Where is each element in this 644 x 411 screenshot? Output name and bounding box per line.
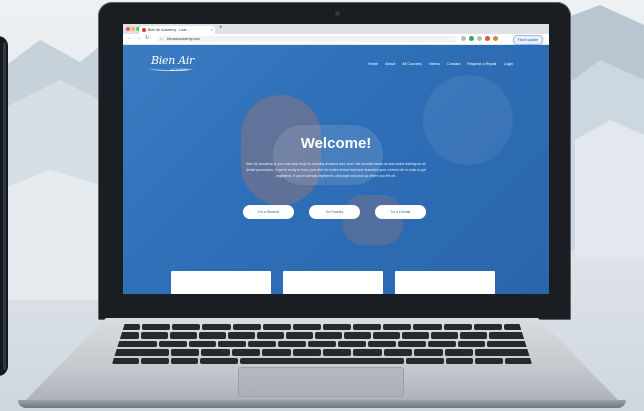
close-tab-icon[interactable]: × — [211, 26, 213, 34]
new-tab-icon[interactable]: + — [219, 25, 223, 31]
feature-card[interactable] — [283, 271, 383, 294]
tab-title: Bien Air Academy - Lear... — [148, 28, 190, 32]
phone-edge — [0, 36, 8, 376]
forward-icon[interactable]: → — [136, 35, 141, 41]
nav-all-courses[interactable]: All Courses — [402, 62, 421, 66]
extension-icon[interactable] — [477, 36, 482, 41]
feature-card[interactable] — [171, 271, 271, 294]
extension-icon[interactable] — [469, 36, 474, 41]
intro-paragraph: Bien Air Academy is your one-stop shop f… — [245, 162, 427, 178]
feature-card[interactable] — [395, 271, 495, 294]
finish-update-button[interactable]: Finish update — [512, 35, 543, 45]
nav-contact[interactable]: Contact — [447, 62, 460, 66]
hero-background-image — [343, 195, 403, 245]
main-nav: Home About All Courses Videos Contact Re… — [368, 62, 513, 66]
laptop-base-edge — [18, 400, 626, 408]
profile-avatar-icon[interactable] — [493, 36, 498, 41]
nav-request-repair[interactable]: Request a Repair — [467, 62, 497, 66]
trackpad — [238, 367, 404, 397]
close-window-icon[interactable] — [126, 27, 130, 31]
browser-toolbar: ← → ↻ ⌂ bienairacademy.com Finish update — [123, 34, 549, 45]
dentist-button[interactable]: I'm a Dentist — [375, 205, 426, 219]
extension-icon[interactable] — [461, 36, 466, 41]
favicon-icon — [142, 28, 146, 32]
hero-section: Bien Air ACADEMY Home About All Courses … — [123, 45, 549, 294]
browser-tab-bar: Bien Air Academy - Lear... × + — [123, 24, 549, 34]
nav-videos[interactable]: Videos — [429, 62, 441, 66]
site-info-icon[interactable]: ⌂ — [160, 36, 162, 42]
nav-login[interactable]: Login — [504, 62, 513, 66]
site-logo[interactable]: Bien Air ACADEMY — [149, 54, 209, 76]
reload-icon[interactable]: ↻ — [145, 35, 149, 41]
minimize-window-icon[interactable] — [131, 27, 135, 31]
nav-home[interactable]: Home — [368, 62, 378, 66]
laptop-keyboard — [112, 324, 532, 364]
url-text: bienairacademy.com — [167, 37, 200, 41]
back-icon[interactable]: ← — [127, 35, 132, 41]
browser-tab[interactable]: Bien Air Academy - Lear... × — [139, 26, 215, 34]
logo-subtext: ACADEMY — [171, 68, 189, 72]
nav-about[interactable]: About — [385, 62, 395, 66]
welcome-heading: Welcome! — [300, 135, 372, 152]
laptop-screen: Bien Air Academy - Lear... × + ← → ↻ ⌂ b… — [123, 24, 549, 294]
extension-icon[interactable] — [485, 36, 490, 41]
faculty-button[interactable]: I'm Faculty — [309, 205, 360, 219]
student-button[interactable]: I'm a Student — [243, 205, 294, 219]
address-bar[interactable]: ⌂ bienairacademy.com — [157, 36, 457, 42]
webcam-icon — [335, 11, 340, 16]
